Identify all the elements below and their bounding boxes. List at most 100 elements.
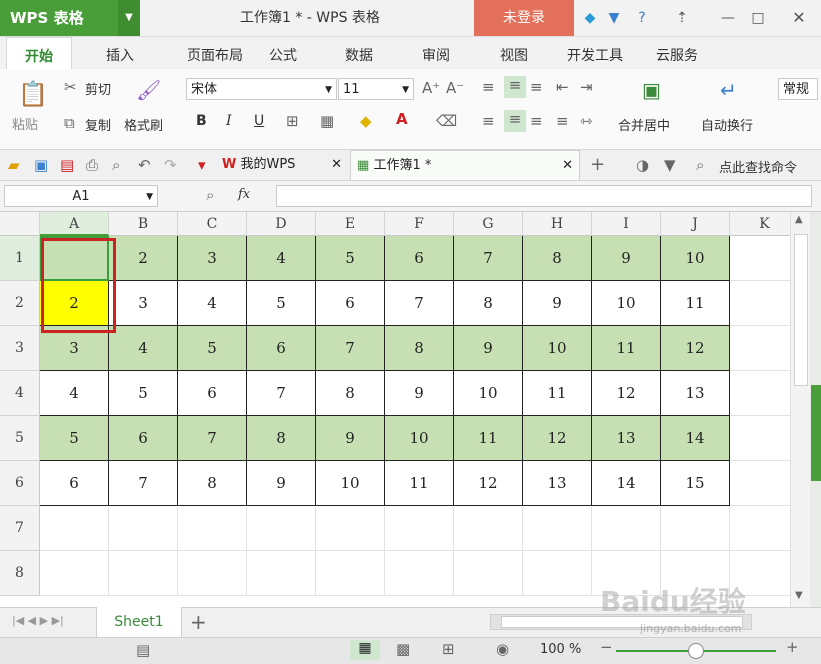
pdf-icon[interactable]: ▤ (60, 156, 74, 174)
copy-button[interactable]: 复制 (85, 115, 111, 134)
cell-c2[interactable]: 4 (178, 281, 247, 326)
print-icon[interactable]: ⎙ (86, 156, 98, 174)
new-tab-icon[interactable]: + (590, 154, 605, 175)
tab-review[interactable]: 审阅 (410, 37, 462, 69)
column-header-f[interactable]: F (385, 212, 454, 236)
font-name-select[interactable]: 宋体 ▼ (186, 78, 337, 100)
function-button[interactable]: fx (238, 187, 250, 202)
cell-a4[interactable]: 4 (40, 371, 109, 416)
cell-a1[interactable] (40, 236, 109, 281)
align-middle-icon[interactable]: ≡ (504, 76, 526, 98)
cell-e2[interactable]: 6 (316, 281, 385, 326)
fill-color-icon[interactable]: ◆ (360, 112, 372, 130)
column-header-e[interactable]: E (316, 212, 385, 236)
cell-j3[interactable]: 12 (661, 326, 730, 371)
cell-g8[interactable] (454, 551, 523, 596)
cell-c6[interactable]: 8 (178, 461, 247, 506)
close-icon[interactable]: ✕ (331, 150, 342, 180)
column-header-h[interactable]: H (523, 212, 592, 236)
paste-icon[interactable]: 📋 (18, 80, 48, 108)
justify-icon[interactable]: ≡ (556, 112, 569, 130)
format-painter-button[interactable]: 格式刷 (124, 115, 163, 134)
cell-d2[interactable]: 5 (247, 281, 316, 326)
help-icon[interactable]: ? (632, 8, 652, 28)
indent-decrease-icon[interactable]: ⇤ (556, 78, 569, 96)
cell-i7[interactable] (592, 506, 661, 551)
cloud-icon[interactable]: ◆ (580, 8, 600, 28)
indent-increase-icon[interactable]: ⇥ (580, 78, 593, 96)
row-header-8[interactable]: 8 (0, 551, 40, 596)
cell-d3[interactable]: 6 (247, 326, 316, 371)
font-shrink-icon[interactable]: A⁻ (446, 79, 464, 97)
cell-c4[interactable]: 6 (178, 371, 247, 416)
vertical-scrollbar[interactable]: ▲ ▼ (790, 212, 810, 607)
cell-c5[interactable]: 7 (178, 416, 247, 461)
cell-i1[interactable]: 9 (592, 236, 661, 281)
side-panel-toggle[interactable] (811, 385, 821, 481)
format-painter-icon[interactable]: 🖌 (136, 78, 161, 102)
cell-e5[interactable]: 9 (316, 416, 385, 461)
tab-developer[interactable]: 开发工具 (558, 37, 632, 69)
zoom-out-icon[interactable]: − (600, 638, 613, 656)
clear-format-icon[interactable]: ⌫ (436, 112, 457, 130)
border-icon[interactable]: ⊞ (286, 112, 299, 130)
underline-button[interactable]: U (254, 113, 264, 129)
tab-workbook[interactable]: ▦ 工作簿1 * ✕ (350, 150, 580, 180)
scroll-up-icon[interactable]: ▲ (795, 214, 803, 225)
zoom-slider-handle[interactable] (688, 643, 704, 659)
cell-j4[interactable]: 13 (661, 371, 730, 416)
cell-f8[interactable] (385, 551, 454, 596)
normal-view-icon[interactable]: ▦ (350, 640, 380, 660)
cell-i5[interactable]: 13 (592, 416, 661, 461)
cell-d7[interactable] (247, 506, 316, 551)
reading-mode-icon[interactable]: ◉ (496, 640, 509, 658)
column-header-a[interactable]: A (40, 212, 109, 236)
row-header-6[interactable]: 6 (0, 461, 40, 506)
sheet-tab[interactable]: Sheet1 (96, 607, 182, 637)
cell-i3[interactable]: 11 (592, 326, 661, 371)
cell-g6[interactable]: 12 (454, 461, 523, 506)
cell-f3[interactable]: 8 (385, 326, 454, 371)
open-icon[interactable]: ▰ (8, 156, 20, 174)
wrap-text-button[interactable]: 自动换行 (701, 115, 753, 134)
cell-b5[interactable]: 6 (109, 416, 178, 461)
cell-i6[interactable]: 14 (592, 461, 661, 506)
tab-mywps[interactable]: W 我的WPS ✕ (222, 150, 346, 180)
copy-icon[interactable]: ⧉ (64, 114, 75, 132)
cell-e6[interactable]: 10 (316, 461, 385, 506)
zoom-in-icon[interactable]: + (786, 638, 799, 656)
cell-j2[interactable]: 11 (661, 281, 730, 326)
cut-button[interactable]: 剪切 (85, 79, 111, 98)
tab-start[interactable]: 开始 (6, 37, 72, 70)
cell-b6[interactable]: 7 (109, 461, 178, 506)
tab-formulas[interactable]: 公式 (257, 37, 309, 69)
cell-k7[interactable] (730, 506, 790, 551)
cell-h1[interactable]: 8 (523, 236, 592, 281)
paste-button[interactable]: 粘贴 (12, 114, 38, 133)
scroll-thumb[interactable] (794, 234, 808, 386)
cell-a8[interactable] (40, 551, 109, 596)
cell-b2[interactable]: 3 (109, 281, 178, 326)
name-box[interactable]: A1 ▼ (4, 185, 158, 207)
command-search[interactable]: 点此查找命令 (719, 157, 797, 176)
cell-g5[interactable]: 11 (454, 416, 523, 461)
cell-g7[interactable] (454, 506, 523, 551)
row-header-7[interactable]: 7 (0, 506, 40, 551)
cell-d5[interactable]: 8 (247, 416, 316, 461)
cell-d6[interactable]: 9 (247, 461, 316, 506)
zoom-level[interactable]: 100 % (540, 642, 581, 657)
tab-page-layout[interactable]: 页面布局 (163, 37, 267, 69)
page-layout-view-icon[interactable]: ⊞ (442, 640, 455, 658)
cell-d1[interactable]: 4 (247, 236, 316, 281)
column-header-d[interactable]: D (247, 212, 316, 236)
select-all-corner[interactable] (0, 212, 40, 236)
row-header-3[interactable]: 3 (0, 326, 40, 371)
cell-k6[interactable] (730, 461, 790, 506)
cell-e1[interactable]: 5 (316, 236, 385, 281)
cell-j5[interactable]: 14 (661, 416, 730, 461)
cell-a3[interactable]: 3 (40, 326, 109, 371)
column-header-j[interactable]: J (661, 212, 730, 236)
cell-g3[interactable]: 9 (454, 326, 523, 371)
cell-g1[interactable]: 7 (454, 236, 523, 281)
cell-style-icon[interactable]: ▦ (320, 112, 334, 130)
